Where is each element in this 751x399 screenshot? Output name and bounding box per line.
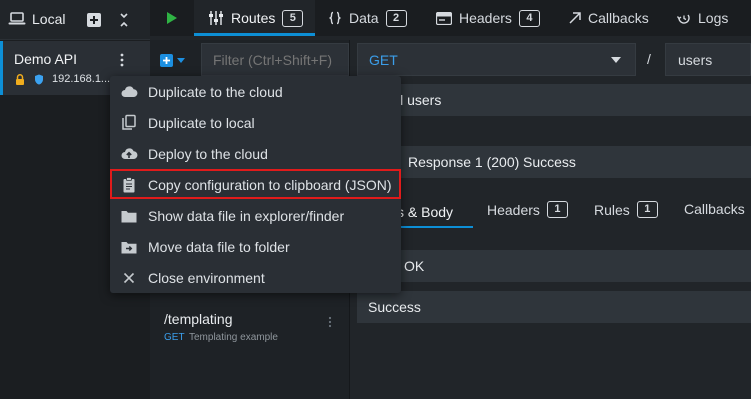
folder-move-icon	[120, 238, 138, 256]
tab-badge: 4	[518, 9, 540, 27]
status-code-value: OK	[404, 258, 425, 274]
routes-icon	[208, 11, 224, 25]
response-description-value: Success	[368, 299, 421, 315]
folder-icon	[120, 207, 138, 225]
tab-callbacks[interactable]: Callbacks	[569, 0, 649, 36]
route-path-value: users	[678, 51, 713, 68]
add-icon	[160, 53, 173, 67]
routes-filter-input[interactable]	[201, 43, 349, 76]
route-path-input[interactable]: users	[665, 43, 751, 76]
subtab-label: Rules	[594, 201, 630, 218]
route-documentation-value: ll users	[397, 92, 442, 108]
route-documentation-field[interactable]: ll users	[357, 84, 751, 116]
arrow-up-right-icon	[569, 12, 581, 24]
caret-down-icon	[177, 57, 185, 63]
add-environment-icon[interactable]	[87, 13, 101, 27]
cloud-upload-icon	[120, 145, 138, 163]
menu-item-duplicate-to-cloud[interactable]: Duplicate to the cloud	[110, 76, 401, 107]
tab-routes[interactable]: Routes 5	[194, 0, 315, 36]
tab-label: Routes	[231, 10, 276, 26]
lock-icon	[15, 74, 25, 85]
subtab-label: s & Body	[397, 204, 454, 220]
menu-item-deploy-to-cloud[interactable]: Deploy to the cloud	[110, 138, 401, 169]
environments-header-label: Local	[32, 11, 66, 27]
menu-item-duplicate-to-local[interactable]: Duplicate to local	[110, 107, 401, 138]
environment-menu-icon[interactable]	[120, 53, 124, 67]
add-route-button[interactable]	[160, 48, 194, 72]
menu-item-show-data-file[interactable]: Show data file in explorer/finder	[110, 200, 401, 231]
subtab-rules[interactable]: Rules 1	[594, 201, 658, 218]
menu-item-move-data-file[interactable]: Move data file to folder	[110, 231, 401, 262]
close-icon	[120, 269, 138, 287]
tab-data[interactable]: Data 2	[328, 0, 407, 36]
subtab-badge: 1	[546, 201, 568, 218]
response-label: Response 1 (200)	[408, 154, 520, 170]
tab-badge: 2	[385, 9, 407, 27]
path-separator: /	[647, 51, 651, 67]
subtab-label: Callbacks	[684, 201, 745, 217]
tab-label: Logs	[698, 10, 729, 26]
highlight-box	[110, 169, 401, 199]
response-status-text: Success	[523, 154, 576, 170]
laptop-icon	[8, 12, 26, 26]
route-menu-icon[interactable]	[328, 316, 332, 328]
tab-headers[interactable]: Headers 4	[436, 0, 540, 36]
tab-logs[interactable]: Logs	[676, 0, 728, 36]
route-item-templating[interactable]: /templating GET Templating example	[151, 300, 349, 352]
shield-icon	[34, 74, 44, 85]
response-selector[interactable]: Response 1 (200) Success	[357, 146, 751, 178]
tab-label: Callbacks	[588, 10, 649, 26]
tab-badge: 5	[282, 9, 304, 27]
response-description-field[interactable]: Success	[357, 291, 751, 323]
play-icon[interactable]	[166, 11, 178, 25]
route-path: /templating	[164, 311, 233, 327]
copy-icon	[120, 114, 138, 132]
headers-icon	[436, 11, 452, 25]
subtab-callbacks[interactable]: Callbacks	[684, 201, 745, 217]
braces-icon	[328, 11, 342, 25]
subtab-label: Headers	[487, 201, 540, 218]
status-code-select[interactable]: OK	[357, 250, 751, 282]
route-description: Templating example	[189, 332, 278, 343]
tab-label: Headers	[459, 10, 512, 26]
environment-host: 192.168.1....	[52, 73, 114, 85]
route-method: GET	[164, 332, 185, 343]
active-tab-indicator	[194, 33, 315, 36]
chevron-down-icon	[611, 57, 621, 63]
subtab-badge: 1	[636, 201, 658, 218]
method-value: GET	[369, 51, 398, 68]
method-select[interactable]: GET	[357, 43, 636, 76]
top-navigation: Routes 5 Data 2 Headers 4 Callbacks Logs	[150, 0, 751, 36]
collapse-icon[interactable]	[118, 13, 130, 27]
environment-name: Demo API	[14, 51, 78, 67]
history-icon	[676, 11, 691, 25]
cloud-icon	[120, 83, 138, 101]
environments-header: Local	[0, 0, 150, 40]
subtab-headers[interactable]: Headers 1	[487, 201, 568, 218]
tab-label: Data	[349, 10, 379, 26]
menu-item-close-environment[interactable]: Close environment	[110, 262, 401, 293]
